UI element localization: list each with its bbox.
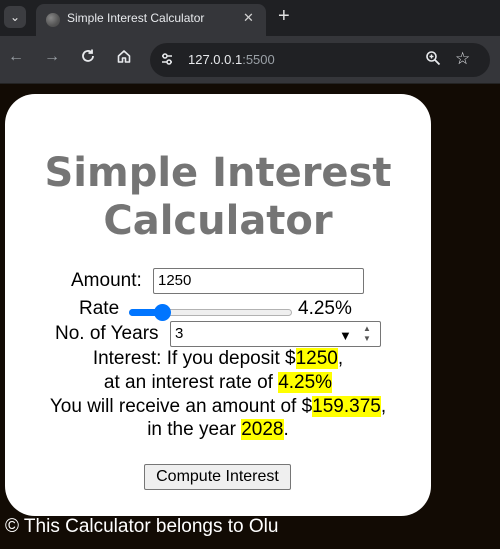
forward-icon[interactable]: → [42,48,62,66]
close-icon[interactable]: ✕ [243,10,254,26]
url-host: 127.0.0.1 [188,52,243,67]
years-value: 3 [175,325,184,342]
globe-icon [46,13,60,27]
plus-icon[interactable]: + [278,5,290,27]
title-line-1: Simple Interest [44,150,392,196]
result-rate: 4.25% [278,372,333,393]
page-title: Simple Interest Calculator [5,149,431,245]
spinner-icon[interactable]: ▲ ▼ [360,324,374,344]
chevron-down-icon[interactable]: ▼ [339,324,352,348]
amount-label: Amount: [71,270,142,291]
rate-value: 4.25% [298,298,352,319]
address-bar[interactable]: 127.0.0.1:5500 ☆ [150,43,490,77]
result-year-suffix: . [283,419,289,440]
tab-title: Simple Interest Calculator [67,11,205,25]
zoom-icon[interactable] [425,50,441,70]
result-amount-suffix: , [380,396,387,417]
site-info-icon[interactable] [158,51,176,69]
home-icon[interactable] [114,48,134,69]
title-line-2: Calculator [103,198,333,244]
result-amount: 159.375 [312,396,381,417]
result-amount-prefix: You will receive an amount of $ [49,396,313,417]
calculator-card: Simple Interest Calculator Amount: 1250 … [5,94,431,516]
footer-text: © This Calculator belongs to Olu [5,516,279,537]
years-select[interactable]: 3 ▼ ▲ ▼ [170,321,381,347]
result-deposit-prefix: Interest: If you deposit $ [92,348,296,369]
tab-strip: ⌄ Simple Interest Calculator ✕ + [0,0,500,36]
browser-toolbar: ← → 127.0.0.1:5500 ☆ [0,36,500,84]
url-text[interactable]: 127.0.0.1:5500 [188,52,275,67]
amount-input[interactable]: 1250 [153,268,364,294]
result-year: 2028 [241,419,284,440]
result-line-2: at an interest rate of 4.25% [5,372,431,394]
tab-active[interactable]: Simple Interest Calculator ✕ [36,4,266,36]
rate-label: Rate [79,298,120,319]
star-icon[interactable]: ☆ [455,49,470,69]
result-line-3: You will receive an amount of $159.375, [5,396,431,418]
reload-icon[interactable] [78,48,98,69]
compute-interest-button[interactable]: Compute Interest [144,464,291,490]
result-year-prefix: in the year [147,419,236,440]
result-line-4: in the year 2028. [5,419,431,441]
tab-menu-icon[interactable]: ⌄ [4,6,26,28]
result-deposit-suffix: , [337,348,344,369]
url-port: :5500 [242,52,275,67]
result-rate-prefix: at an interest rate of [103,372,273,393]
back-icon[interactable]: ← [6,48,26,66]
rate-slider-thumb[interactable] [153,304,171,321]
result-deposit: 1250 [295,348,338,369]
result-line-1: Interest: If you deposit $1250, [5,348,431,370]
years-label: No. of Years [55,323,159,344]
